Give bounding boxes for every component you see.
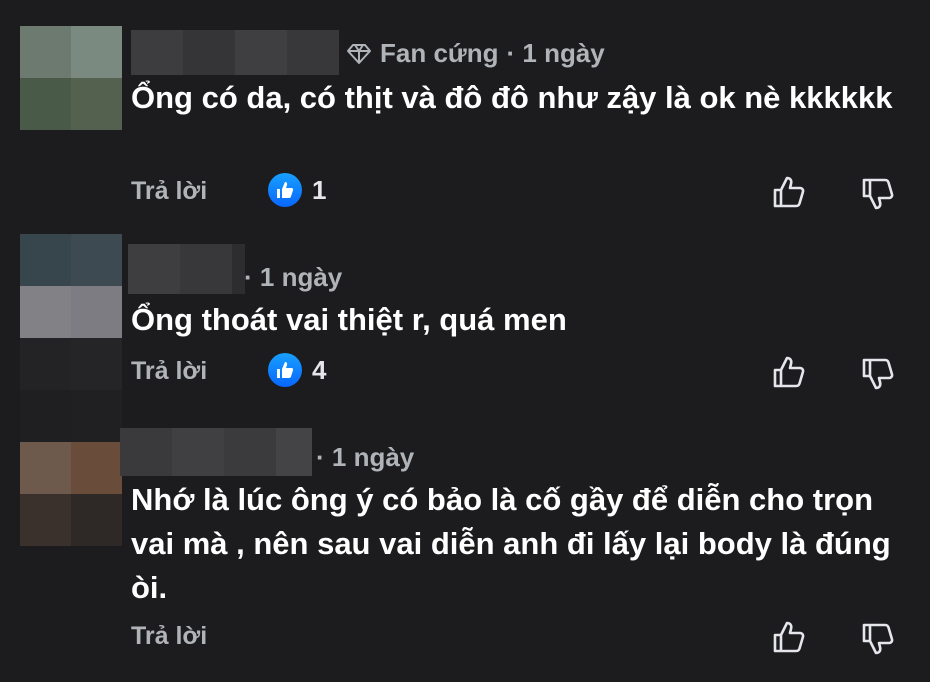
avatar[interactable] (20, 234, 122, 442)
thumbs-up-outline-icon[interactable] (771, 174, 807, 210)
reply-button[interactable]: Trả lời (131, 622, 207, 651)
avatar[interactable] (20, 442, 122, 546)
comment-text: Ổng thoát vai thiệt r, quá men (131, 302, 567, 337)
author-name-redacted[interactable] (120, 428, 312, 476)
comments-panel: Fan cứng · 1 ngày Ổng có da, có thịt và … (0, 0, 930, 682)
thumbs-down-outline-icon[interactable] (860, 621, 896, 657)
reply-button[interactable]: Trả lời (131, 177, 207, 206)
comment-time[interactable]: · 1 ngày (316, 442, 414, 473)
comment-time[interactable]: · 1 ngày (244, 262, 342, 293)
author-name-redacted[interactable] (131, 30, 339, 75)
thumbs-up-icon (268, 353, 302, 387)
comment-meta: · 1 ngày (316, 442, 414, 473)
thumbs-down-outline-icon[interactable] (860, 176, 896, 212)
avatar[interactable] (20, 26, 122, 130)
author-name-redacted[interactable] (128, 244, 245, 294)
thumbs-up-outline-icon[interactable] (771, 619, 807, 655)
comment-meta: · 1 ngày (244, 262, 342, 293)
comment-text: Ổng có da, có thịt và đô đô như zậy là o… (131, 80, 893, 115)
thumbs-down-outline-icon[interactable] (860, 356, 896, 392)
comment-meta: Fan cứng · 1 ngày (346, 38, 605, 69)
thumbs-up-outline-icon[interactable] (771, 354, 807, 390)
comment-time[interactable]: · 1 ngày (507, 38, 605, 69)
reply-button[interactable]: Trả lời (131, 357, 207, 386)
comment-text: Nhớ là lúc ông ý có bảo là cố gầy để diễ… (131, 482, 891, 605)
like-count: 4 (312, 354, 327, 385)
badge-label: Fan cứng (380, 38, 499, 68)
diamond-icon (346, 43, 372, 65)
like-count: 1 (312, 174, 327, 205)
thumbs-up-icon (268, 173, 302, 207)
reaction-summary[interactable]: 1 (268, 173, 326, 207)
reaction-summary[interactable]: 4 (268, 353, 326, 387)
